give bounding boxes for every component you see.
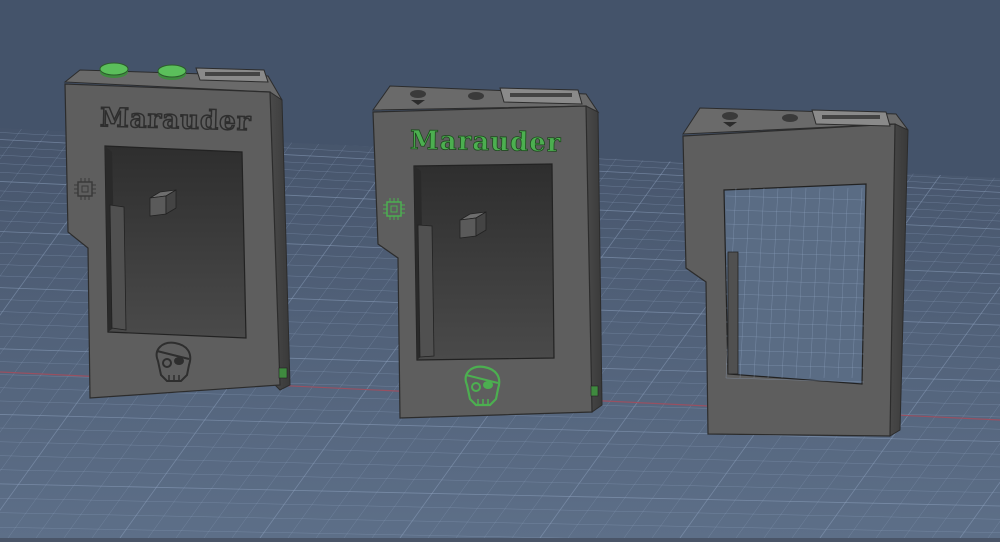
case-1-slot [109,204,127,331]
case-2-button-right[interactable] [468,92,484,100]
case-1-button-right[interactable] [157,64,187,80]
case-2-side-led [590,385,599,397]
case-1-logo: Marauder [100,103,252,137]
case-model-1[interactable]: Marauder [63,62,291,399]
cad-viewport[interactable]: Marauder Marauder [0,0,1000,542]
case-model-2[interactable]: Marauder [372,85,603,419]
case-1-button-left[interactable] [99,62,129,78]
case-1-side-led [278,367,288,379]
case-2-logo: Marauder [410,126,562,159]
case-1-screen-opening [104,145,247,339]
case-3-slot [727,251,739,375]
case-2-screen-opening [413,163,555,361]
case-3-screen-opening [723,183,867,385]
case-2-slot [417,224,435,358]
scene-canvas[interactable]: Marauder Marauder [0,0,1000,542]
case-1-usb-port [195,67,269,83]
case-2-usb-port [499,87,583,105]
case-3-button-right[interactable] [782,114,798,122]
case-3-usb-port [811,109,891,127]
case-model-3[interactable] [682,107,909,437]
